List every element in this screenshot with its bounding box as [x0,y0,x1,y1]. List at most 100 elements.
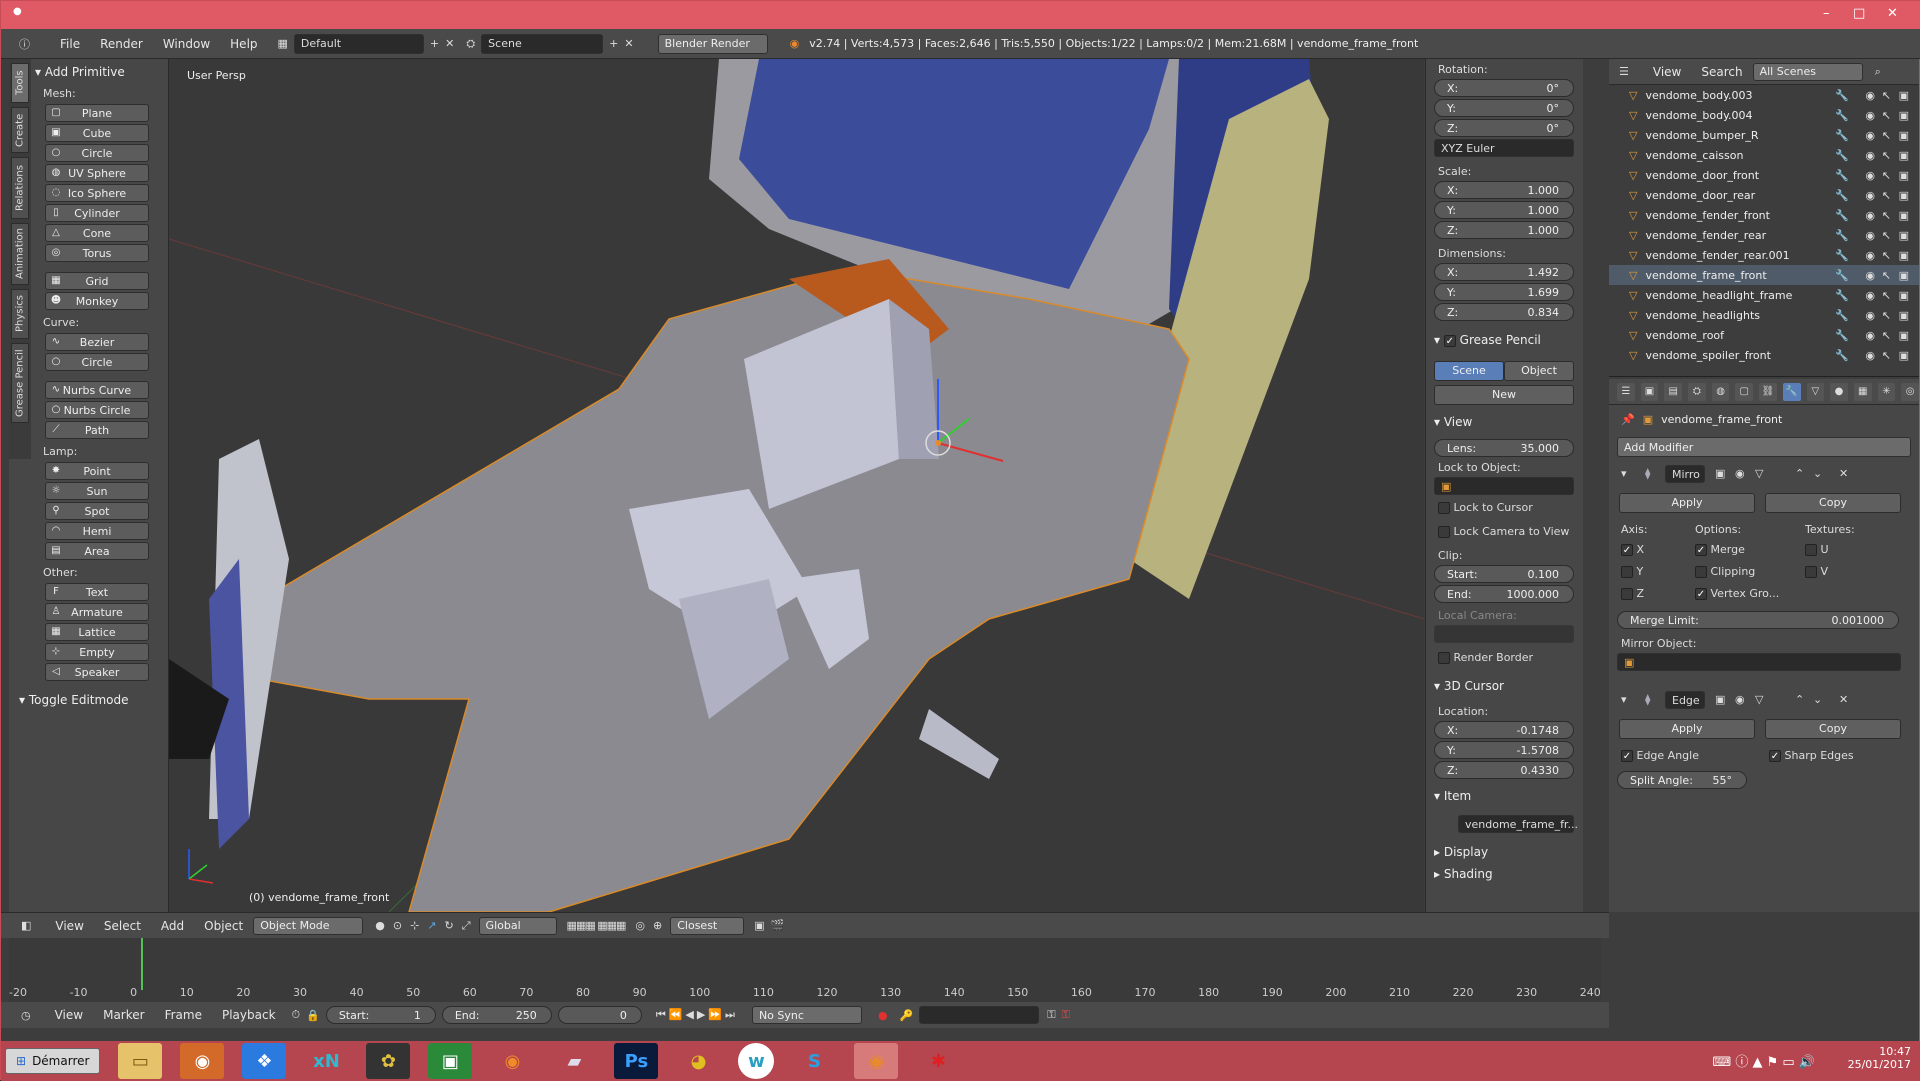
scale-z-field[interactable]: Z: 1.000 [1434,221,1574,239]
camera-icon[interactable]: ▣ [1899,209,1909,222]
grease-object-button[interactable]: Object [1504,361,1574,381]
keying-set-field[interactable] [919,1006,1040,1024]
eye-icon[interactable]: ◉ [1865,269,1875,282]
camera-icon[interactable]: ▣ [1899,289,1909,302]
render-toggle-icon[interactable]: ▣ [1715,693,1725,706]
cursor-icon[interactable]: ↖ [1882,329,1891,342]
scene-icon[interactable]: ⛭ [466,37,475,51]
clipping-row[interactable]: Clipping [1695,565,1755,578]
scale-icon[interactable]: ⤢ [462,919,471,933]
texture-u-row[interactable]: U [1805,543,1829,556]
store-app-icon[interactable]: ▣ [428,1043,473,1079]
lock-cursor-row[interactable]: Lock to Cursor [1438,501,1533,514]
camera-icon[interactable]: ▣ [1899,349,1909,362]
cursor-icon[interactable]: ↖ [1882,349,1891,362]
grease-pencil-checkbox[interactable]: ✓ [1443,334,1456,347]
tab-tools[interactable]: Tools [11,63,29,103]
file-explorer-icon[interactable]: ▭ [118,1043,163,1079]
texture-u-checkbox[interactable] [1805,544,1817,556]
move-down-icon[interactable]: ⌄ [1813,693,1822,706]
add-nurbs-circle-button[interactable]: ○ Nurbs Circle [45,401,149,419]
item-name-field[interactable]: vendome_frame_fr... [1458,815,1578,833]
photo-app-icon[interactable]: ✿ [366,1043,411,1079]
sharp-edges-checkbox[interactable]: ✓ [1769,750,1781,762]
mirror-apply-button[interactable]: Apply [1619,493,1755,513]
add-ico-sphere-button[interactable]: ◌ Ico Sphere [45,184,149,202]
cursor-icon[interactable]: ↖ [1882,169,1891,182]
add-lattice-button[interactable]: ▦ Lattice [45,623,149,641]
rotation-y-field[interactable]: Y: 0° [1434,99,1574,117]
split-angle-field[interactable]: Split Angle: 55° [1617,771,1747,789]
tab-create[interactable]: Create [11,107,29,153]
axis-y-row[interactable]: Y [1621,565,1643,578]
edge-split-name-field[interactable]: Edge [1665,691,1705,709]
render-border-checkbox[interactable] [1438,652,1450,664]
add-speaker-button[interactable]: ◁ Speaker [45,663,149,681]
outliner-view-menu[interactable]: View [1643,65,1691,79]
add-area-lamp-button[interactable]: ▤ Area [45,542,149,560]
eye-icon[interactable]: ◉ [1865,289,1875,302]
camera-icon[interactable]: ▣ [1899,169,1909,182]
add-bezier-button[interactable]: ∿ Bezier [45,333,149,351]
add-cone-button[interactable]: △ Cone [45,224,149,242]
w-app-icon[interactable]: w [738,1043,775,1079]
eye-icon[interactable]: ◉ [1865,129,1875,142]
start-frame-field[interactable]: Start: 1 [325,1006,436,1024]
timeline-marker-menu[interactable]: Marker [93,1008,154,1022]
edge-angle-row[interactable]: ✓ Edge Angle [1621,749,1699,762]
layout-icon[interactable]: ▦ [278,37,288,50]
editmode-toggle-icon[interactable]: ▽ [1755,467,1763,480]
close-button[interactable]: ✕ [1887,6,1898,21]
3d-cursor-header[interactable]: ▾ 3D Cursor [1434,679,1504,693]
chrome-icon[interactable]: ◕ [676,1043,720,1079]
camera-icon[interactable]: ▣ [1899,149,1909,162]
properties-editor-icon[interactable]: ☰ [1617,382,1635,401]
rotation-mode-select[interactable]: XYZ Euler [1434,139,1574,157]
xnview-icon[interactable]: xN [304,1043,348,1079]
outliner-row[interactable]: ▽ vendome_fender_front 🔧 ◉ ↖ ▣ [1609,205,1919,225]
dimension-x-field[interactable]: X: 1.492 [1434,263,1574,281]
viewport-view-menu[interactable]: View [45,919,93,933]
add-text-button[interactable]: F Text [45,583,149,601]
outliner-display-select[interactable]: All Scenes [1752,62,1863,81]
outliner-row[interactable]: ▽ vendome_body.003 🔧 ◉ ↖ ▣ [1609,85,1919,105]
translate-icon[interactable]: ↗ [427,919,436,932]
remove-scene-icon[interactable]: ✕ [624,37,633,50]
move-up-icon[interactable]: ⌃ [1795,693,1804,706]
mirror-copy-button[interactable]: Copy [1765,493,1901,513]
texture-v-row[interactable]: V [1805,565,1828,578]
cursor-icon[interactable]: ↖ [1882,209,1891,222]
render-tab-icon[interactable]: ▣ [1640,382,1659,401]
edge-split-copy-button[interactable]: Copy [1765,719,1901,739]
minimize-button[interactable]: – [1823,6,1830,21]
cursor-y-field[interactable]: Y: -1.5708 [1434,741,1574,759]
sharp-edges-row[interactable]: ✓ Sharp Edges [1769,749,1854,762]
timeline-editor-icon[interactable]: ◷ [21,1009,31,1022]
scene-tab-icon[interactable]: ⛭ [1688,382,1706,401]
add-uv-sphere-button[interactable]: ◍ UV Sphere [45,164,149,182]
lock-object-field[interactable]: ▣ [1434,477,1574,495]
tab-grease-pencil[interactable]: Grease Pencil [11,343,29,423]
eye-icon[interactable]: ◉ [1865,189,1875,202]
render-preview-icon[interactable]: ▣ [754,919,764,932]
pin-icon[interactable]: 📌 [1621,413,1635,426]
camera-icon[interactable]: ▣ [1899,309,1909,322]
rotate-icon[interactable]: ↻ [445,919,454,932]
keying-set-icon[interactable]: 🔑 [900,1009,914,1022]
outliner-row[interactable]: ▽ vendome_spoiler_front 🔧 ◉ ↖ ▣ [1609,345,1919,365]
proportional-edit-icon[interactable]: ◎ [635,919,645,932]
edge-angle-checkbox[interactable]: ✓ [1621,750,1633,762]
render-layers-tab-icon[interactable]: ▤ [1664,382,1683,401]
current-frame-marker[interactable] [141,938,143,990]
data-tab-icon[interactable]: ▽ [1806,382,1825,401]
eye-icon[interactable]: ◉ [1865,89,1875,102]
local-camera-field[interactable] [1434,625,1574,643]
clock-date[interactable]: 25/01/2017 [1848,1058,1911,1071]
render-toggle-icon[interactable]: ▣ [1715,467,1725,480]
camera-icon[interactable]: ▣ [1899,249,1909,262]
editmode-toggle-icon[interactable]: ▽ [1755,693,1763,706]
edge-split-apply-button[interactable]: Apply [1619,719,1755,739]
eye-icon[interactable]: ◉ [1865,109,1875,122]
merge-checkbox[interactable]: ✓ [1695,544,1707,556]
render-border-row[interactable]: Render Border [1438,651,1533,664]
